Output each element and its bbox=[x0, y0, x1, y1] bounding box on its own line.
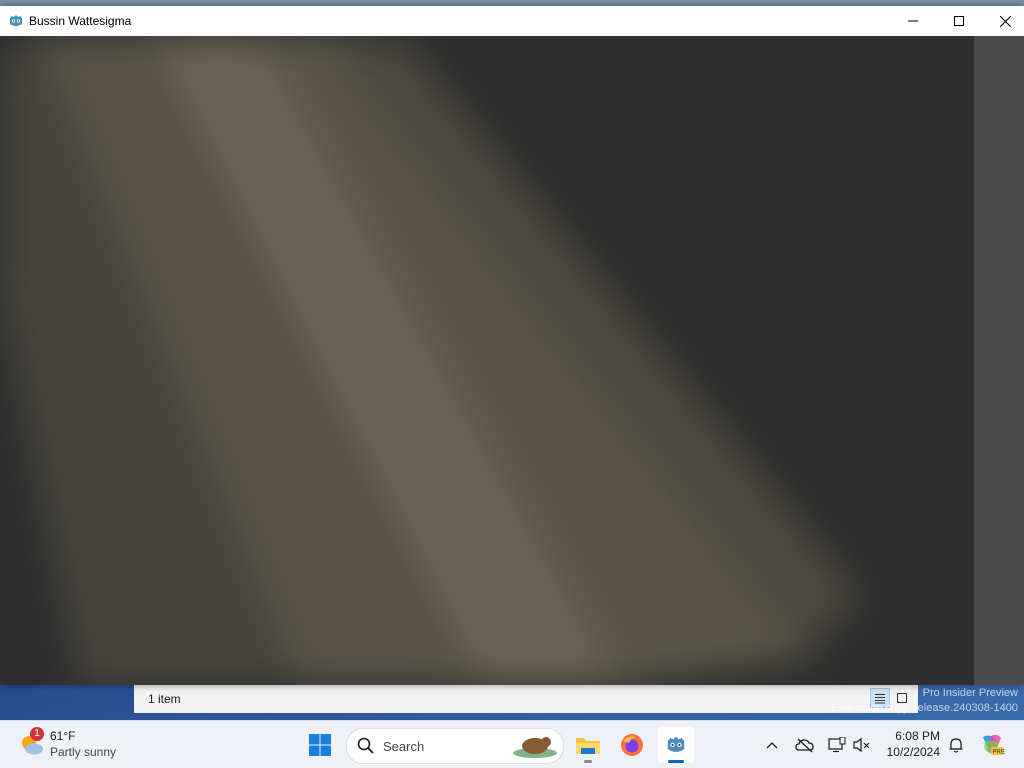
file-explorer-button[interactable] bbox=[570, 727, 606, 763]
file-explorer-running-indicator bbox=[584, 760, 592, 763]
watermark-line-1: Pro Insider Preview bbox=[922, 687, 1018, 699]
minimize-icon bbox=[908, 20, 918, 22]
system-clock[interactable]: 6:08 PM 10/2/2024 bbox=[884, 728, 940, 760]
window-title: Bussin Wattesigma bbox=[29, 14, 132, 28]
light-rays-graphic bbox=[0, 36, 860, 685]
maximize-button[interactable] bbox=[936, 6, 982, 36]
item-count: 1 item bbox=[148, 692, 181, 706]
windows-logo-icon bbox=[309, 734, 331, 756]
onedrive-offline-icon bbox=[795, 738, 814, 753]
firefox-button[interactable] bbox=[614, 727, 650, 763]
chevron-up-icon bbox=[766, 742, 778, 749]
clock-time: 6:08 PM bbox=[895, 729, 940, 743]
firefox-icon bbox=[621, 734, 643, 756]
show-hidden-icons-button[interactable] bbox=[760, 733, 784, 757]
taskbar-search[interactable]: Search bbox=[346, 728, 564, 764]
weather-temperature: 61°F bbox=[50, 729, 76, 743]
copilot-pre-icon: PRE bbox=[983, 734, 1005, 756]
notifications-button[interactable] bbox=[944, 733, 968, 757]
folder-icon bbox=[576, 738, 600, 754]
weather-widget[interactable]: 1 61°F Partly sunny bbox=[18, 727, 128, 763]
explorer-status-bar: 1 item bbox=[134, 684, 918, 713]
godot-taskbar-icon bbox=[667, 736, 685, 752]
window-side-panel bbox=[974, 36, 1024, 685]
title-bar[interactable]: Bussin Wattesigma bbox=[0, 6, 1024, 36]
godot-icon bbox=[10, 15, 22, 26]
taskbar: 1 61°F Partly sunny Search 6:08 PM 10/2/… bbox=[0, 720, 1024, 768]
minimize-button[interactable] bbox=[890, 6, 936, 36]
app-window: Bussin Wattesigma bbox=[0, 6, 1024, 685]
bell-icon bbox=[949, 738, 963, 753]
maximize-icon bbox=[954, 16, 964, 26]
display-button[interactable] bbox=[825, 733, 849, 757]
volume-button[interactable] bbox=[850, 733, 874, 757]
watermark-line-2: Evaluation copy. release.240308-1400 bbox=[831, 702, 1018, 714]
search-highlight-bear-icon bbox=[513, 737, 557, 758]
weather-badge: 1 bbox=[30, 727, 44, 741]
clock-date: 10/2/2024 bbox=[886, 745, 940, 759]
godot-active-indicator bbox=[668, 760, 684, 763]
copilot-button[interactable]: PRE bbox=[978, 733, 1006, 757]
windows-watermark: Pro Insider Preview Evaluation copy. rel… bbox=[831, 686, 1018, 716]
search-icon bbox=[357, 737, 374, 754]
close-button[interactable] bbox=[982, 6, 1024, 36]
speaker-muted-icon bbox=[853, 737, 870, 753]
start-button[interactable] bbox=[302, 727, 338, 763]
weather-condition: Partly sunny bbox=[50, 745, 117, 759]
onedrive-button[interactable] bbox=[793, 733, 817, 757]
close-icon bbox=[999, 15, 1011, 27]
svg-text:PRE: PRE bbox=[993, 750, 1005, 756]
monitor-icon bbox=[828, 737, 846, 753]
godot-taskbar-button[interactable] bbox=[658, 727, 694, 763]
game-viewport[interactable] bbox=[0, 36, 974, 685]
search-placeholder: Search bbox=[383, 739, 425, 754]
